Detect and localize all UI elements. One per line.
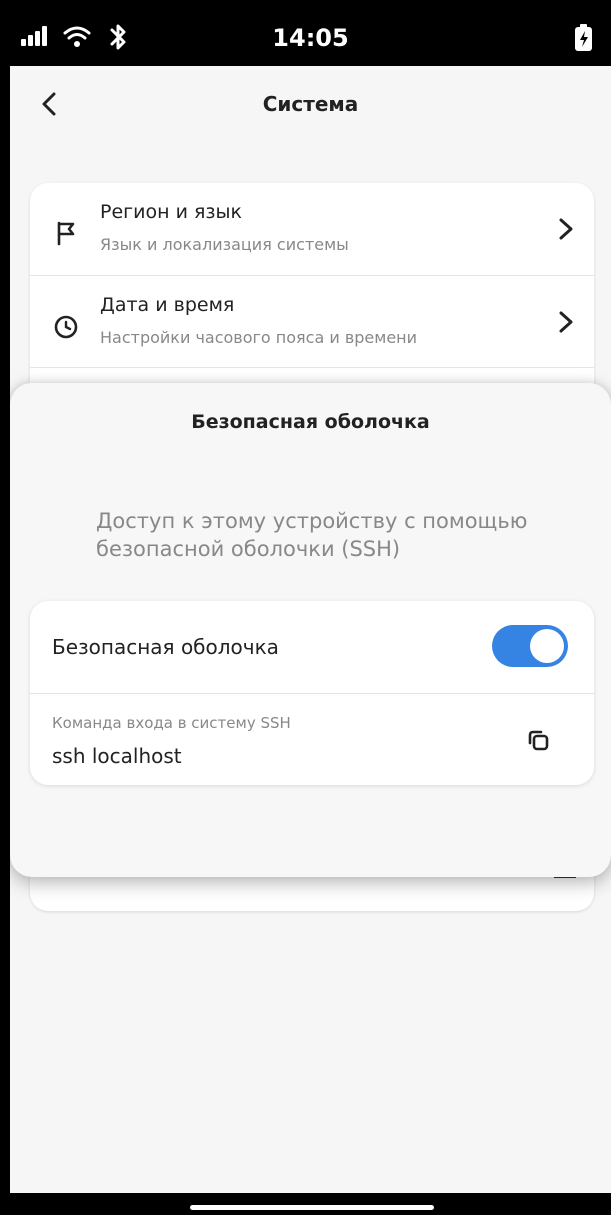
header: Система	[10, 66, 611, 146]
list-item-title: Дата и время	[100, 294, 235, 316]
list-item-region-language[interactable]: Регион и язык Язык и локализация системы	[30, 183, 594, 275]
sheet-title: Безопасная оболочка	[191, 411, 430, 433]
ssh-command-value: ssh localhost	[52, 744, 182, 768]
list-item-subtitle: Настройки часового пояса и времени	[100, 328, 418, 347]
ssh-command-row: Команда входа в систему SSH ssh localhos…	[30, 693, 594, 786]
home-bar	[0, 1193, 611, 1215]
home-indicator[interactable]	[190, 1205, 434, 1210]
status-time: 14:05	[272, 24, 349, 52]
toggle-knob	[530, 629, 564, 663]
app-screen: 14:05 Система Регион и язык Язык и локал…	[10, 0, 611, 1215]
ssh-settings-card: Безопасная оболочка Команда входа в сист…	[30, 601, 594, 785]
ssh-toggle-switch[interactable]	[492, 625, 568, 667]
flag-icon	[57, 221, 75, 246]
ssh-sheet: Безопасная оболочка Доступ к этому устро…	[10, 383, 611, 877]
ssh-toggle-label: Безопасная оболочка	[52, 635, 279, 659]
battery-charging-icon	[572, 24, 596, 56]
page-title: Система	[262, 92, 359, 116]
sheet-description: Доступ к этому устройству с помощью безо…	[96, 509, 528, 561]
list-item-date-time[interactable]: Дата и время Настройки часового пояса и …	[30, 275, 594, 368]
chevron-right-icon	[559, 311, 573, 333]
ssh-toggle-row[interactable]: Безопасная оболочка	[30, 601, 594, 693]
ssh-command-label: Команда входа в систему SSH	[52, 714, 291, 732]
status-bar: 14:05	[10, 0, 611, 66]
clock-icon	[54, 315, 78, 339]
copy-icon	[528, 730, 549, 751]
list-item-title: Регион и язык	[100, 201, 242, 223]
list-item-subtitle: Язык и локализация системы	[100, 235, 349, 254]
copy-button[interactable]	[524, 726, 554, 756]
chevron-right-icon	[559, 218, 573, 240]
